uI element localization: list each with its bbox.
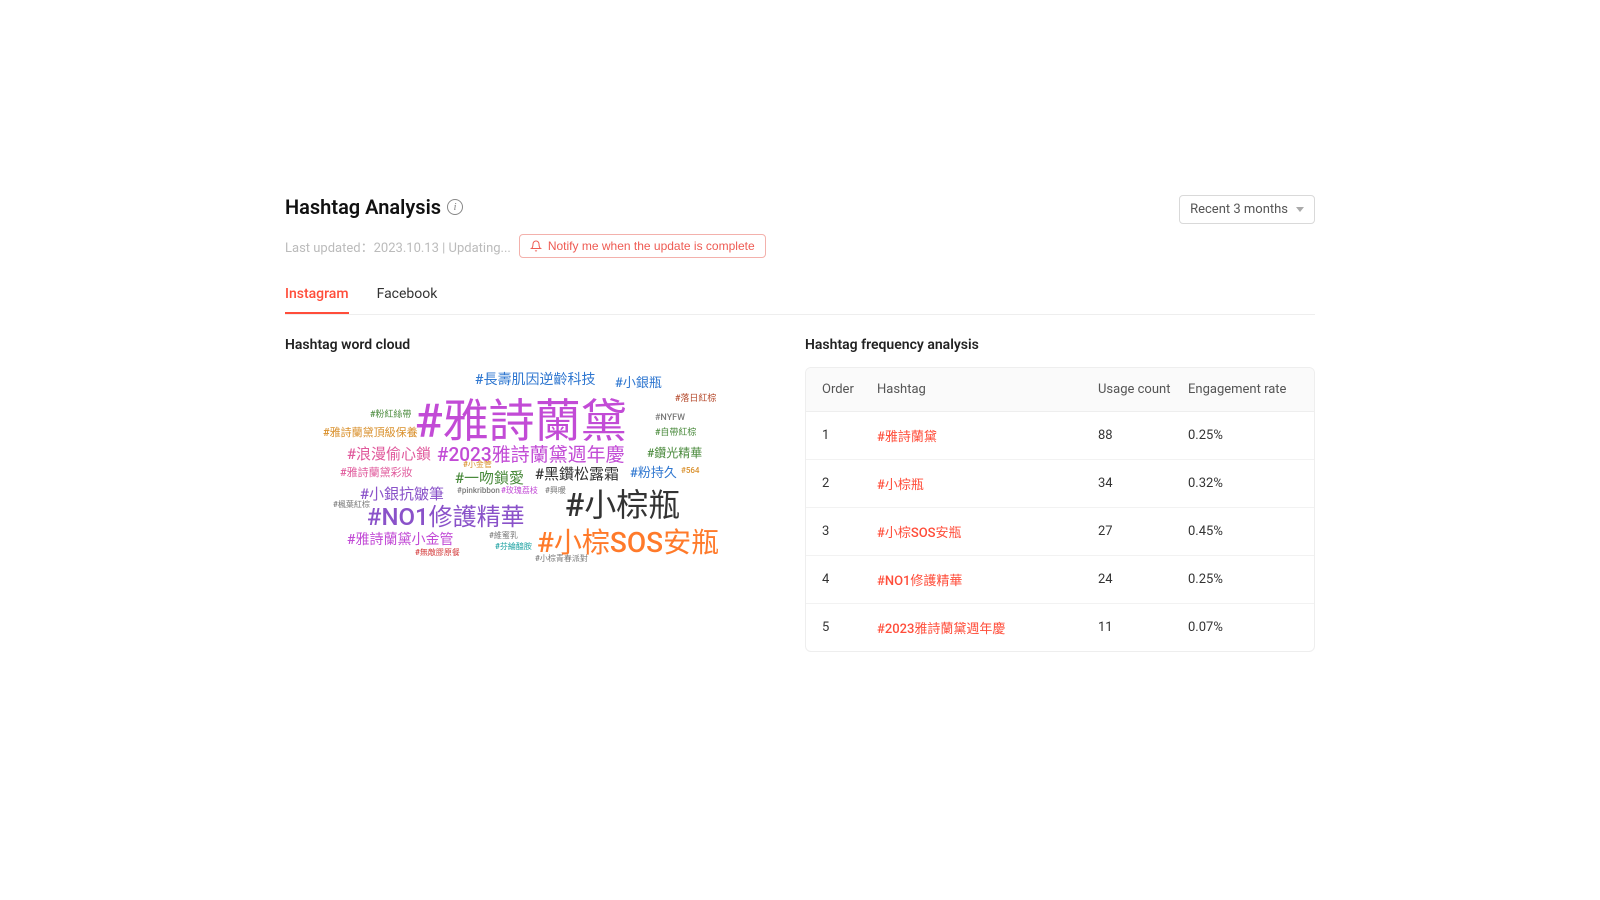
tabs: Instagram Facebook [285, 286, 1315, 315]
frequency-title: Hashtag frequency analysis [805, 337, 1315, 353]
wordcloud-tag[interactable]: #落日紅棕 [675, 395, 716, 404]
cell-hashtag[interactable]: #雅詩蘭黛 [877, 426, 1098, 445]
wordcloud-tag[interactable]: #鑽光精華 [647, 447, 702, 459]
cell-engagement: 0.25% [1188, 572, 1298, 587]
wordcloud-tag[interactable]: #小棕青春派對 [535, 555, 588, 563]
wordcloud-tag[interactable]: #芬綸醯胺 [495, 543, 532, 551]
frequency-table-body: 1#雅詩蘭黛880.25%2#小棕瓶340.32%3#小棕SOS安瓶270.45… [806, 412, 1314, 651]
wordcloud-tag[interactable]: #自帶紅棕 [655, 429, 696, 438]
col-header-usage: Usage count [1098, 382, 1188, 397]
cell-hashtag[interactable]: #NO1修護精華 [877, 570, 1098, 589]
cell-engagement: 0.32% [1188, 476, 1298, 491]
frequency-table-header: Order Hashtag Usage count Engagement rat… [806, 368, 1314, 412]
wordcloud-tag[interactable]: #維蜜乳 [489, 532, 518, 540]
page-container: Hashtag Analysis i Recent 3 months Last … [285, 0, 1315, 652]
table-row: 4#NO1修護精華240.25% [806, 556, 1314, 604]
wordcloud-tag[interactable]: #雅詩蘭黛頂級保養 [323, 427, 418, 438]
cell-usage: 34 [1098, 476, 1188, 491]
bell-icon [530, 240, 542, 252]
wordcloud-tag[interactable]: #NYFW [655, 414, 685, 423]
wordcloud-tag[interactable]: #雅詩蘭黛 [415, 399, 627, 445]
cell-order: 3 [822, 524, 877, 539]
cell-engagement: 0.07% [1188, 620, 1298, 635]
wordcloud-tag[interactable]: #小銀瓶 [615, 377, 662, 390]
content-row: Hashtag word cloud #雅詩蘭黛 #長壽肌因逆齡科技 #小銀瓶 #落日… [285, 337, 1315, 652]
table-row: 2#小棕瓶340.32% [806, 460, 1314, 508]
tab-facebook[interactable]: Facebook [377, 286, 438, 314]
header-row: Hashtag Analysis i Recent 3 months [285, 195, 1315, 224]
info-icon[interactable]: i [447, 199, 463, 215]
cell-order: 4 [822, 572, 877, 587]
wordcloud-tag[interactable]: #564 [681, 467, 699, 475]
wordcloud-tag[interactable]: #雅詩蘭黛小金管 [347, 533, 453, 547]
cell-engagement: 0.45% [1188, 524, 1298, 539]
wordcloud-tag[interactable]: #楓葉紅棕 [333, 501, 370, 509]
cell-engagement: 0.25% [1188, 428, 1298, 443]
wordcloud-tag[interactable]: #粉持久 [630, 467, 677, 480]
wordcloud-tag[interactable]: #NO1修護精華 [367, 505, 525, 529]
wordcloud-tag[interactable]: #pinkribbon [457, 487, 500, 495]
wordcloud-tag[interactable]: #小銀抗皺筆 [360, 487, 444, 502]
wordcloud-tag[interactable]: #小棕瓶 [565, 489, 680, 521]
col-header-engagement: Engagement rate [1188, 382, 1298, 397]
table-row: 1#雅詩蘭黛880.25% [806, 412, 1314, 460]
cell-usage: 88 [1098, 428, 1188, 443]
chevron-down-icon [1296, 207, 1304, 212]
wordcloud-tag[interactable]: #玫瑰荔枝 [501, 487, 538, 495]
cell-hashtag[interactable]: #2023雅詩蘭黛週年慶 [877, 618, 1098, 637]
cell-usage: 11 [1098, 620, 1188, 635]
cell-usage: 24 [1098, 572, 1188, 587]
wordcloud-tag[interactable]: #雅詩蘭黛彩妝 [340, 467, 413, 478]
wordcloud-tag[interactable]: #長壽肌因逆齡科技 [475, 373, 595, 387]
notify-button-label: Notify me when the update is complete [548, 239, 755, 253]
page-title: Hashtag Analysis [285, 195, 441, 219]
cell-hashtag[interactable]: #小棕SOS安瓶 [877, 522, 1098, 541]
notify-button[interactable]: Notify me when the update is complete [519, 234, 766, 258]
wordcloud-tag[interactable]: #一吻鎖愛 [455, 471, 524, 486]
wordcloud-tag[interactable]: #小金管 [463, 461, 492, 469]
cell-order: 5 [822, 620, 877, 635]
wordcloud-tag[interactable]: #黑鑽松露霜 [535, 467, 619, 482]
wordcloud-section: Hashtag word cloud #雅詩蘭黛 #長壽肌因逆齡科技 #小銀瓶 #落日… [285, 337, 775, 652]
wordcloud-tag[interactable]: #浪漫偷心鎖 [347, 447, 431, 462]
wordcloud-tag[interactable]: #粉紅絲帶 [370, 411, 411, 420]
cell-usage: 27 [1098, 524, 1188, 539]
wordcloud-canvas: #雅詩蘭黛 #長壽肌因逆齡科技 #小銀瓶 #落日紅棕 #粉紅絲帶 #NYFW #雅詩蘭黛頂級… [285, 367, 775, 577]
table-row: 3#小棕SOS安瓶270.45% [806, 508, 1314, 556]
subheader-row: Last updated：2023.10.13 | Updating... No… [285, 234, 1315, 258]
wordcloud-tag[interactable]: #小棕SOS安瓶 [537, 529, 719, 557]
wordcloud-tag[interactable]: #無敵膠原餐 [415, 549, 460, 557]
date-range-label: Recent 3 months [1190, 202, 1288, 217]
date-range-select[interactable]: Recent 3 months [1179, 195, 1315, 224]
title-wrap: Hashtag Analysis i [285, 195, 463, 219]
cell-order: 1 [822, 428, 877, 443]
cell-hashtag[interactable]: #小棕瓶 [877, 474, 1098, 493]
frequency-table: Order Hashtag Usage count Engagement rat… [805, 367, 1315, 652]
col-header-order: Order [822, 382, 877, 397]
table-row: 5#2023雅詩蘭黛週年慶110.07% [806, 604, 1314, 651]
col-header-hashtag: Hashtag [877, 382, 1098, 397]
last-updated-text: Last updated：2023.10.13 | Updating... [285, 237, 511, 256]
frequency-section: Hashtag frequency analysis Order Hashtag… [805, 337, 1315, 652]
cell-order: 2 [822, 476, 877, 491]
wordcloud-tag[interactable]: #興暖 [545, 487, 566, 495]
wordcloud-title: Hashtag word cloud [285, 337, 775, 353]
tab-instagram[interactable]: Instagram [285, 286, 349, 314]
